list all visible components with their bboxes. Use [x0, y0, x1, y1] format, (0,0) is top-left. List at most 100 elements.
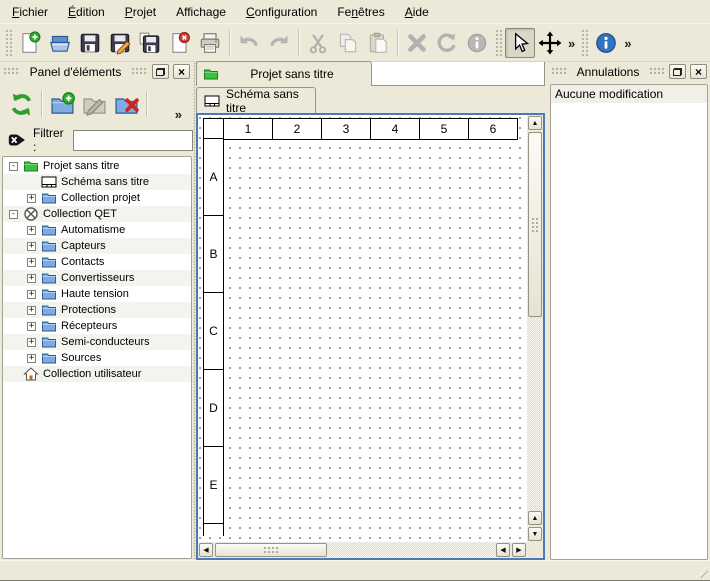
annulations-panel-titlebar[interactable]: Annulations — [548, 62, 710, 81]
tree-item-label: Haute tension — [61, 288, 129, 300]
row-header: B — [203, 215, 224, 293]
scroll-right-button[interactable]: ▶ — [512, 543, 526, 557]
menu-fichier[interactable]: Fichier — [2, 1, 58, 23]
dock-close-button[interactable] — [690, 64, 707, 79]
save-as-button[interactable] — [105, 28, 135, 58]
expand-expander-icon[interactable]: + — [27, 338, 36, 347]
cut-button[interactable] — [303, 28, 333, 58]
expand-expander-icon[interactable]: + — [27, 322, 36, 331]
undo-list-item[interactable]: Aucune modification — [551, 85, 707, 103]
edit-category-icon — [81, 91, 108, 118]
expand-expander-icon[interactable]: + — [27, 258, 36, 267]
tree-item-projet-sans-titre[interactable]: - Projet sans titre — [3, 158, 191, 174]
expand-expander-icon[interactable]: + — [27, 194, 36, 203]
tree-item-haute-tension[interactable]: + Haute tension — [3, 286, 191, 302]
expand-expander-icon[interactable]: + — [27, 354, 36, 363]
tab-schema-sans-titre[interactable]: Schéma sans titre — [196, 87, 316, 113]
filter-input[interactable] — [73, 130, 193, 151]
copy-button[interactable] — [333, 28, 363, 58]
toolbar-drag-handle[interactable] — [495, 29, 502, 57]
expand-expander-icon[interactable]: + — [27, 290, 36, 299]
toolbar-overflow-chevron[interactable]: » — [565, 36, 578, 51]
close-icon — [178, 65, 185, 79]
tree-item-automatisme[interactable]: + Automatisme — [3, 222, 191, 238]
tree-item-collection-utilisateur[interactable]: Collection utilisateur — [3, 366, 191, 382]
tree-item-convertisseurs[interactable]: + Convertisseurs — [3, 270, 191, 286]
menu-affichage[interactable]: Affichage — [166, 1, 236, 23]
open-document-button[interactable] — [45, 28, 75, 58]
new-category-button[interactable] — [46, 88, 78, 120]
tree-item-contacts[interactable]: + Contacts — [3, 254, 191, 270]
dock-float-button[interactable] — [152, 64, 169, 79]
clear-filter-icon[interactable] — [7, 130, 27, 150]
schema-canvas[interactable]: 1 2 3 4 5 6 A B C D E — [198, 115, 527, 542]
scrollbar-corner — [527, 542, 543, 558]
menu-projet[interactable]: Projet — [115, 1, 166, 23]
scroll-left-button[interactable]: ◀ — [199, 543, 213, 557]
toolbar-overflow-chevron[interactable]: » — [621, 36, 634, 51]
delete-category-button[interactable] — [110, 88, 142, 120]
tree-item-semi-conducteurs[interactable]: + Semi-conducteurs — [3, 334, 191, 350]
toolbar-drag-handle[interactable] — [5, 29, 12, 57]
element-info-icon — [465, 31, 489, 55]
tree-item-sources[interactable]: + Sources — [3, 350, 191, 366]
menu-fenetres[interactable]: Fenêtres — [327, 1, 394, 23]
elements-panel-titlebar[interactable]: Panel d'éléments — [0, 62, 193, 81]
panel-overflow-chevron[interactable]: » — [172, 107, 185, 126]
edit-category-button[interactable] — [78, 88, 110, 120]
rotate-button[interactable] — [432, 28, 462, 58]
blue-folder-icon — [41, 286, 57, 302]
element-info-button[interactable] — [462, 28, 492, 58]
collapse-expander-icon[interactable]: - — [9, 210, 18, 219]
expand-expander-icon[interactable]: + — [27, 242, 36, 251]
blue-folder-icon — [41, 190, 57, 206]
menu-configuration[interactable]: Configuration — [236, 1, 327, 23]
about-qet-button[interactable] — [591, 28, 621, 58]
save-all-button[interactable] — [135, 28, 165, 58]
dock-float-button[interactable] — [669, 64, 686, 79]
scroll-up-button-bottom[interactable]: ▲ — [528, 511, 542, 525]
paste-button[interactable] — [363, 28, 393, 58]
tree-item-collection-qet[interactable]: - Collection QET — [3, 206, 191, 222]
reload-collections-button[interactable] — [5, 88, 37, 120]
resize-grip-icon[interactable] — [695, 565, 708, 578]
move-mode-button[interactable] — [535, 28, 565, 58]
select-mode-button[interactable] — [505, 28, 535, 58]
tree-item-recepteurs[interactable]: + Récepteurs — [3, 318, 191, 334]
vertical-scrollbar[interactable]: ▲ ▲ ▼ — [527, 115, 543, 542]
vertical-scroll-thumb[interactable] — [528, 132, 542, 317]
menu-aide[interactable]: Aide — [395, 1, 439, 23]
home-icon — [23, 366, 39, 382]
tab-projet-sans-titre[interactable]: Projet sans titre — [196, 61, 372, 86]
dock-close-button[interactable] — [173, 64, 190, 79]
save-button[interactable] — [75, 28, 105, 58]
horizontal-scroll-thumb[interactable] — [215, 543, 327, 557]
horizontal-scrollbar[interactable]: ◀ ◀ ▶ — [198, 542, 527, 558]
print-button[interactable] — [195, 28, 225, 58]
tree-item-collection-projet[interactable]: + Collection projet — [3, 190, 191, 206]
redo-button[interactable] — [264, 28, 294, 58]
scroll-up-button[interactable]: ▲ — [528, 116, 542, 130]
scroll-down-button[interactable]: ▼ — [528, 527, 542, 541]
close-file-button[interactable] — [165, 28, 195, 58]
paste-icon — [366, 31, 390, 55]
undo-button[interactable] — [234, 28, 264, 58]
collapse-expander-icon[interactable]: - — [9, 162, 18, 171]
toolbar-drag-handle[interactable] — [581, 29, 588, 57]
expand-expander-icon[interactable]: + — [27, 306, 36, 315]
tree-item-protections[interactable]: + Protections — [3, 302, 191, 318]
dock-texture — [131, 67, 148, 76]
menu-edition[interactable]: Édition — [58, 1, 115, 23]
expand-expander-icon[interactable]: + — [27, 274, 36, 283]
new-document-button[interactable] — [15, 28, 45, 58]
tree-item-schema-sans-titre[interactable]: Schéma sans titre — [3, 174, 191, 190]
menu-bar: Fichier Édition Projet Affichage Configu… — [0, 0, 710, 24]
restore-icon — [156, 68, 165, 76]
scroll-left-button-right[interactable]: ◀ — [496, 543, 510, 557]
tree-item-label: Collection QET — [43, 208, 117, 220]
tree-item-label: Collection projet — [61, 192, 140, 204]
expand-expander-icon[interactable]: + — [27, 226, 36, 235]
tree-item-capteurs[interactable]: + Capteurs — [3, 238, 191, 254]
delete-button[interactable] — [402, 28, 432, 58]
project-tab-bar: Projet sans titre — [196, 62, 545, 86]
